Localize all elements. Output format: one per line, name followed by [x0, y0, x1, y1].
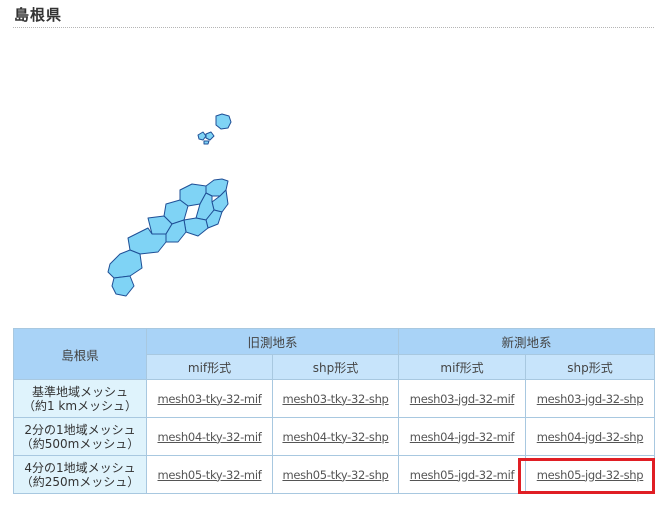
row-label-line2: （約250mメッシュ）: [20, 474, 140, 489]
map-region-dogo[interactable]: [215, 113, 232, 130]
map-region-dozen-nakanoshima[interactable]: [205, 131, 215, 141]
download-link[interactable]: mesh03-jgd-32-mif: [410, 392, 515, 406]
download-link[interactable]: mesh05-tky-32-shp: [282, 468, 388, 482]
map-region-tsuwano[interactable]: [111, 275, 135, 297]
format-header-new-mif: mif形式: [398, 354, 527, 380]
row-label-line2: （約500mメッシュ）: [20, 436, 140, 451]
download-link[interactable]: mesh05-jgd-32-mif: [410, 468, 515, 482]
row-label-line2: （約1 kmメッシュ）: [22, 398, 138, 413]
download-link[interactable]: mesh04-tky-32-shp: [282, 430, 388, 444]
download-link[interactable]: mesh03-tky-32-mif: [158, 392, 262, 406]
download-link[interactable]: mesh03-jgd-32-shp: [537, 392, 644, 406]
map-region-masuda[interactable]: [107, 249, 143, 279]
table-row: 2分の1地域メッシュ （約500mメッシュ） mesh04-tky-32-mif…: [13, 417, 656, 456]
row-label-line1: 基準地域メッシュ: [31, 384, 128, 399]
download-link[interactable]: mesh04-tky-32-mif: [158, 430, 262, 444]
format-header-new-shp: shp形式: [525, 354, 656, 380]
table-row: 基準地域メッシュ （約1 kmメッシュ） mesh03-tky-32-mif m…: [13, 379, 656, 418]
table-corner-header: 島根県: [13, 328, 147, 380]
shimane-prefecture-map[interactable]: [100, 108, 240, 303]
download-link[interactable]: mesh05-tky-32-mif: [158, 468, 262, 482]
download-link[interactable]: mesh04-jgd-32-shp: [537, 430, 644, 444]
mesh-download-table: 島根県 旧測地系 新測地系 mif形式 shp形式 mif形式 shp形式 基準…: [13, 328, 656, 494]
row-label-line1: 2分の1地域メッシュ: [24, 422, 136, 437]
download-link-highlighted[interactable]: mesh05-jgd-32-shp: [537, 468, 644, 482]
new-datum-header: 新測地系: [398, 328, 656, 355]
table-row: 4分の1地域メッシュ （約250mメッシュ） mesh05-tky-32-mif…: [13, 455, 656, 494]
download-link[interactable]: mesh04-jgd-32-mif: [410, 430, 515, 444]
format-header-old-shp: shp形式: [271, 354, 400, 380]
row-label-250m: 4分の1地域メッシュ （約250mメッシュ）: [13, 455, 147, 494]
title-divider: [13, 27, 654, 28]
row-label-500m: 2分の1地域メッシュ （約500mメッシュ）: [13, 417, 147, 456]
map-region-iinan[interactable]: [183, 217, 209, 237]
map-region-dozen-chiburijima[interactable]: [203, 140, 210, 145]
map-region-dozen-nishinoshima[interactable]: [197, 131, 207, 141]
format-header-old-mif: mif形式: [146, 354, 273, 380]
download-link[interactable]: mesh03-tky-32-shp: [282, 392, 388, 406]
old-datum-header: 旧測地系: [145, 328, 400, 355]
row-label-1km: 基準地域メッシュ （約1 kmメッシュ）: [13, 379, 147, 418]
page-title: 島根県: [14, 6, 63, 24]
row-label-line1: 4分の1地域メッシュ: [24, 460, 136, 475]
